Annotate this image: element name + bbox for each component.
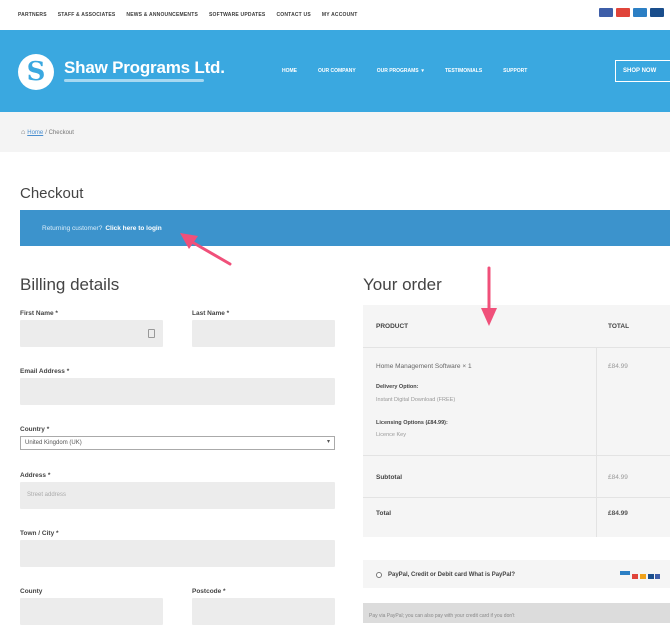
licensing-label: Licensing Options (£84.99):: [376, 420, 448, 426]
card-icon-1: [599, 8, 613, 17]
returning-text: Returning customer?: [42, 224, 103, 232]
logo-s-icon[interactable]: S: [18, 54, 54, 90]
top-utility-bar: PARTNERS STAFF & ASSOCIATES NEWS & ANNOU…: [0, 0, 670, 30]
country-value: United Kingdom (UK): [25, 440, 82, 446]
card-icon-2: [616, 8, 630, 17]
delivery-value: Instant Digital Download (FREE): [376, 397, 456, 403]
radio-icon[interactable]: [376, 572, 382, 578]
order-subtotal-divider: [363, 497, 670, 498]
county-field[interactable]: [20, 598, 163, 625]
nav-home[interactable]: HOME: [282, 68, 297, 74]
licensing-value: Licence Key: [376, 432, 406, 438]
first-name-field[interactable]: [20, 320, 163, 347]
col-total: TOTAL: [608, 323, 630, 330]
site-header: S Shaw Programs Ltd. HOME OUR COMPANY OU…: [0, 30, 670, 112]
payment-note: Pay via PayPal; you can also pay with yo…: [369, 613, 515, 619]
address-field[interactable]: Street address: [20, 482, 335, 509]
card-icon-4: [650, 8, 664, 17]
top-nav-staff[interactable]: STAFF & ASSOCIATES: [58, 12, 116, 18]
total-label: Total: [376, 510, 392, 517]
last-name-field[interactable]: [192, 320, 335, 347]
top-nav-updates[interactable]: SOFTWARE UPDATES: [209, 12, 265, 18]
delivery-label: Delivery Option:: [376, 384, 419, 390]
nav-testimonials[interactable]: TESTIMONIALS: [445, 68, 482, 74]
col-product: PRODUCT: [376, 323, 409, 330]
shop-now-button[interactable]: SHOP NOW: [615, 60, 670, 82]
main-nav: HOME OUR COMPANY OUR PROGRAMS ▾ TESTIMON…: [282, 68, 527, 74]
breadcrumb: ⌂ Home / Checkout: [21, 129, 74, 136]
breadcrumb-bar: [0, 112, 670, 152]
nav-our-company[interactable]: OUR COMPANY: [318, 68, 356, 74]
breadcrumb-home[interactable]: Home: [27, 130, 43, 136]
subtotal-label: Subtotal: [376, 474, 402, 481]
postcode-field[interactable]: [192, 598, 335, 625]
address-placeholder: Street address: [27, 492, 67, 498]
order-column-divider: [596, 347, 597, 537]
order-item-divider: [363, 455, 670, 456]
page-title: Checkout: [20, 185, 84, 202]
brand-name[interactable]: Shaw Programs Ltd.: [64, 58, 225, 78]
top-nav-partners[interactable]: PARTNERS: [18, 12, 47, 18]
nav-our-programs[interactable]: OUR PROGRAMS ▾: [377, 68, 424, 74]
email-label: Email Address *: [20, 368, 70, 375]
top-nav-news[interactable]: NEWS & ANNOUNCEMENTS: [126, 12, 198, 18]
paypal-option-label[interactable]: PayPal, Credit or Debit card What is Pay…: [388, 572, 515, 578]
returning-customer-notice: Returning customer? Click here to login: [20, 210, 670, 246]
breadcrumb-current: / Checkout: [45, 129, 74, 136]
subtotal-value: £84.99: [608, 474, 628, 481]
chevron-down-icon: ▾: [326, 439, 330, 445]
postcode-label: Postcode *: [192, 588, 226, 595]
contact-card-icon: [148, 329, 155, 338]
paypal-logos-icon: [620, 571, 660, 579]
town-field[interactable]: [20, 540, 335, 567]
home-icon: ⌂: [21, 129, 26, 136]
billing-title: Billing details: [20, 275, 120, 294]
top-nav: PARTNERS STAFF & ASSOCIATES NEWS & ANNOU…: [18, 12, 358, 18]
order-item: Home Management Software × 1: [376, 363, 472, 370]
total-value: £84.99: [608, 510, 628, 517]
county-label: County: [20, 588, 43, 595]
payment-cards: [599, 8, 664, 17]
last-name-label: Last Name *: [192, 310, 230, 317]
nav-support[interactable]: SUPPORT: [503, 68, 527, 74]
payment-description-box: Pay via PayPal; you can also pay with yo…: [363, 603, 670, 623]
order-header-divider: [363, 347, 670, 348]
country-select[interactable]: United Kingdom (UK) ▾: [20, 436, 335, 450]
card-icon-3: [633, 8, 647, 17]
login-link[interactable]: Click here to login: [105, 225, 161, 232]
email-field[interactable]: [20, 378, 335, 405]
first-name-label: First Name *: [20, 310, 58, 317]
order-item-total: £84.99: [608, 363, 628, 370]
top-nav-contact[interactable]: CONTACT US: [276, 12, 310, 18]
brand-tagline-bar: [64, 79, 204, 82]
top-nav-account[interactable]: MY ACCOUNT: [322, 12, 358, 18]
town-label: Town / City *: [20, 530, 59, 537]
order-title: Your order: [363, 275, 442, 294]
country-label: Country *: [20, 426, 50, 433]
address-label: Address *: [20, 472, 51, 479]
